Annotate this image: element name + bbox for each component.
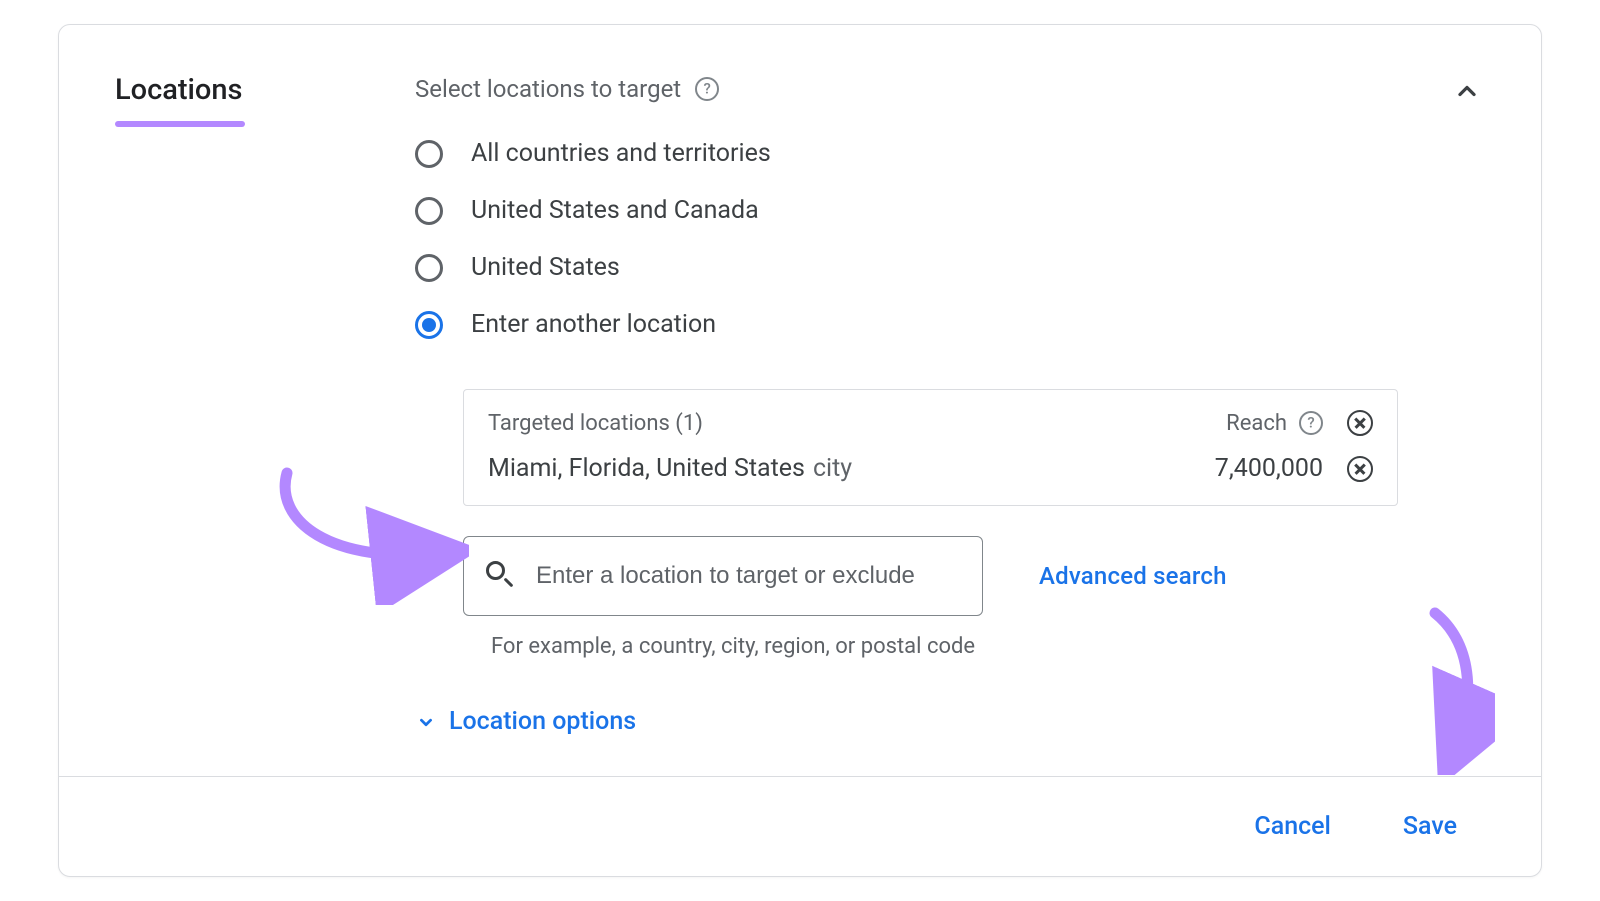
targeted-location-type: city	[813, 454, 852, 483]
chevron-up-icon	[1453, 77, 1481, 105]
chevron-down-icon	[415, 711, 437, 733]
radio-us-canada[interactable]: United States and Canada	[415, 196, 1481, 225]
remove-location-icon[interactable]	[1347, 456, 1373, 482]
advanced-search-link[interactable]: Advanced search	[1039, 562, 1227, 590]
section-title: Locations	[115, 73, 415, 107]
radio-label: United States	[471, 253, 620, 282]
location-options-label: Location options	[449, 707, 636, 736]
save-button[interactable]: Save	[1403, 812, 1457, 841]
radio-icon	[415, 197, 443, 225]
close-icon[interactable]	[1347, 410, 1373, 436]
radio-icon	[415, 254, 443, 282]
targeted-locations-box: Targeted locations (1) Reach Miami, Flor…	[463, 389, 1398, 506]
radio-all-countries[interactable]: All countries and territories	[415, 139, 1481, 168]
help-icon[interactable]	[695, 77, 719, 101]
help-icon[interactable]	[1299, 411, 1323, 435]
reach-label: Reach	[1226, 411, 1287, 436]
targeted-row: Miami, Florida, United States city 7,400…	[464, 446, 1397, 505]
radio-icon	[415, 140, 443, 168]
radio-label: Enter another location	[471, 310, 716, 339]
radio-label: United States and Canada	[471, 196, 759, 225]
subhead-text: Select locations to target	[415, 75, 681, 103]
location-search-input[interactable]	[534, 561, 960, 591]
footer: Cancel Save	[59, 776, 1541, 876]
targeted-reach-value: 7,400,000	[1215, 454, 1323, 483]
radio-group: All countries and territories United Sta…	[415, 139, 1481, 339]
targeted-location-name: Miami, Florida, United States	[488, 454, 805, 483]
targeted-header-label: Targeted locations (1)	[488, 411, 703, 436]
locations-card: Locations Select locations to target All…	[58, 24, 1542, 877]
radio-icon	[415, 311, 443, 339]
location-search-field[interactable]	[463, 536, 983, 616]
collapse-button[interactable]	[1451, 75, 1483, 107]
location-options-toggle[interactable]: Location options	[415, 707, 1481, 736]
search-hint: For example, a country, city, region, or…	[491, 634, 1481, 659]
search-icon	[486, 561, 516, 591]
cancel-button[interactable]: Cancel	[1254, 812, 1331, 841]
annotation-underline	[115, 121, 245, 127]
radio-us[interactable]: United States	[415, 253, 1481, 282]
radio-label: All countries and territories	[471, 139, 771, 168]
radio-enter-another[interactable]: Enter another location	[415, 310, 1481, 339]
